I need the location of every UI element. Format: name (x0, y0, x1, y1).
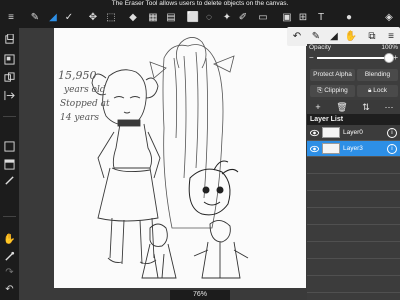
left-toolbar: ✋ ↷ ↶ (0, 28, 19, 300)
app-window: The Eraser Tool allows users to delete o… (0, 0, 400, 300)
layer-new-icon[interactable] (2, 33, 17, 47)
flip-icon[interactable] (2, 89, 17, 103)
note-line-3: Stopped at (60, 99, 110, 109)
plus-icon[interactable]: + (393, 53, 398, 62)
undo-icon[interactable]: ↶ (2, 283, 17, 297)
top-toolbar: The Eraser Tool allows users to delete o… (0, 0, 400, 28)
minus-icon[interactable]: − (309, 53, 314, 62)
gradient-icon[interactable]: ▦ (146, 11, 160, 24)
note-line-4: 14 years (60, 113, 100, 123)
pen-icon[interactable]: ✎ (309, 30, 323, 43)
frame-icon[interactable]: ▣ (280, 11, 294, 24)
layer-row[interactable]: Layer0 i (307, 125, 400, 141)
layer-panel-icon[interactable] (2, 158, 17, 172)
blending-button[interactable]: Blending (357, 69, 398, 81)
layer-row[interactable]: Layer3 i (307, 141, 400, 157)
redo-icon[interactable]: ↷ (2, 266, 17, 280)
lasso-icon[interactable]: ◌ (202, 11, 216, 24)
layer-stack-icon[interactable]: ⧉ (365, 30, 379, 43)
note-line-2: years old (64, 85, 106, 95)
lock-button[interactable]: 🔒︎ Lock (357, 85, 398, 97)
layer-name: Layer0 (343, 129, 363, 136)
transform-icon[interactable]: ⬚ (104, 11, 118, 24)
clipping-label: Clipping (324, 87, 348, 94)
layer-actions-bar: + 🗑︎ ⇅ ⋯ (307, 100, 400, 114)
balloon-icon[interactable]: ⊞ (296, 11, 310, 24)
reorder-layer-icon[interactable]: ⇅ (359, 101, 373, 113)
more-options-icon[interactable]: ⋯ (382, 101, 396, 113)
opacity-value: 100% (381, 44, 398, 51)
text-icon[interactable]: T (314, 11, 328, 24)
protect-alpha-button[interactable]: Protect Alpha (310, 69, 355, 81)
undo-icon[interactable]: ↶ (290, 30, 304, 43)
eraser-icon[interactable]: ◢ (46, 11, 60, 24)
layer-list-empty-area (307, 157, 400, 300)
clipping-button[interactable]: ⎘ Clipping (310, 85, 355, 97)
add-layer-icon[interactable]: + (311, 101, 325, 113)
opacity-label: Opacity (309, 44, 332, 51)
layers-icon[interactable]: ◈ (382, 11, 396, 24)
menu-icon[interactable]: ≡ (4, 11, 18, 24)
layer-options: Protect Alpha Blending ⎘ Clipping 🔒︎ Loc… (307, 66, 400, 100)
smudge-icon[interactable]: ✓ (62, 11, 76, 24)
select-rect-icon[interactable]: ⬜ (186, 11, 200, 24)
eyedropper-icon[interactable] (2, 250, 17, 264)
pencil-icon[interactable] (2, 174, 17, 188)
opacity-slider[interactable] (317, 57, 389, 59)
eraser-small-icon[interactable]: ◢ (327, 30, 341, 43)
delete-layer-icon[interactable]: 🗑︎ (335, 101, 349, 113)
opacity-control: Opacity 100% − + (307, 44, 400, 66)
layer-thumbnail (322, 127, 340, 138)
tool-hint: The Eraser Tool allows users to delete o… (111, 0, 289, 7)
copy-icon[interactable] (2, 71, 17, 85)
layer-name: Layer3 (343, 145, 363, 152)
hand-icon[interactable]: ✋ (344, 30, 358, 43)
magic-wand-icon[interactable]: ✦ (220, 11, 234, 24)
drawing-canvas[interactable]: 15,950 years old Stopped at 14 years (54, 28, 306, 288)
eye-icon[interactable] (310, 145, 319, 153)
sketch-drawing (91, 37, 249, 279)
select-eraser-icon[interactable]: ▭ (256, 11, 270, 24)
brush-icon[interactable]: ✎ (28, 11, 42, 24)
select-icon[interactable] (2, 140, 17, 154)
opacity-slider-fill (317, 57, 389, 59)
note-line-1: 15,950 (58, 69, 97, 82)
chat-icon[interactable]: ● (342, 11, 356, 24)
eye-icon[interactable] (310, 129, 319, 137)
layer-panel: Opacity 100% − + Protect Alpha Blending … (307, 44, 400, 300)
move-icon[interactable]: ✥ (86, 11, 100, 24)
canvas-size-icon[interactable] (2, 53, 17, 67)
layer-list-title: Layer List (307, 114, 400, 125)
zoom-indicator: 76% (170, 290, 230, 300)
select-pen-icon[interactable]: ✐ (236, 11, 250, 24)
hand-icon[interactable]: ✋ (2, 233, 17, 247)
bucket-icon[interactable]: ◆ (126, 11, 140, 24)
info-icon[interactable]: i (387, 128, 397, 138)
layer-thumbnail (322, 143, 340, 154)
info-icon[interactable]: i (387, 144, 397, 154)
fill-icon[interactable]: ▤ (164, 11, 178, 24)
lock-label: Lock (373, 87, 387, 94)
menu-small-icon[interactable]: ≡ (384, 30, 398, 43)
